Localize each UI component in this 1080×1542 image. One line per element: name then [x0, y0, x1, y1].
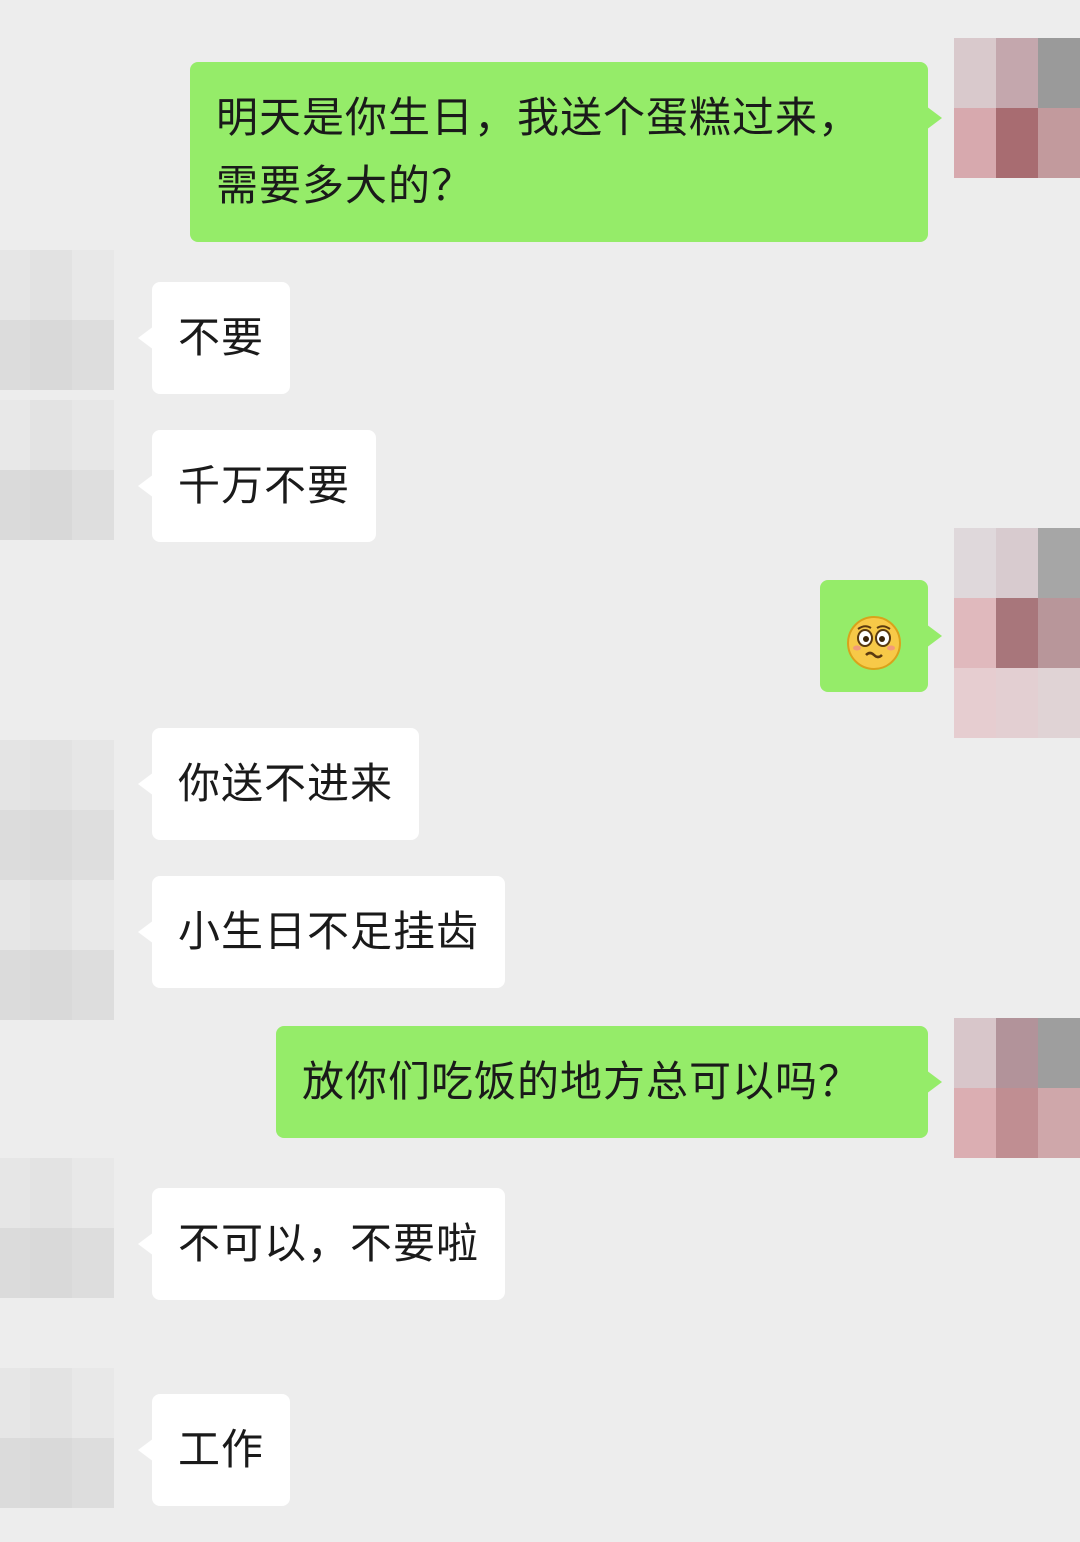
self-avatar[interactable]	[954, 1018, 1080, 1158]
contact-avatar[interactable]	[0, 1368, 114, 1508]
contact-avatar[interactable]	[0, 250, 114, 390]
message-bubble[interactable]: 小生日不足挂齿	[137, 876, 506, 988]
message-text: 你送不进来	[178, 759, 394, 808]
flushed-face-icon	[846, 615, 902, 671]
self-avatar[interactable]	[954, 38, 1080, 178]
message-text: 千万不要	[178, 461, 351, 510]
message-bubble[interactable]: 工作	[137, 1394, 291, 1506]
message-text: 工作	[178, 1425, 265, 1474]
message-bubble[interactable]: 放你们吃饭的地方总可以吗？	[276, 1026, 942, 1138]
contact-avatar[interactable]	[0, 740, 114, 880]
message-text: 小生日不足挂齿	[178, 907, 480, 956]
message-text: 不要	[178, 313, 265, 362]
message-text: 明天是你生日，我送个蛋糕过来，需要多大的？	[216, 93, 862, 210]
message-bubble[interactable]: 你送不进来	[137, 728, 420, 840]
self-avatar[interactable]	[954, 528, 1080, 738]
message-text: 放你们吃饭的地方总可以吗？	[302, 1057, 862, 1106]
chat-area[interactable]: 明天是你生日，我送个蛋糕过来，需要多大的？ 不要 千万不要 你送不进来 小生日不…	[0, 0, 1080, 1542]
message-bubble[interactable]	[820, 580, 942, 692]
message-bubble[interactable]: 明天是你生日，我送个蛋糕过来，需要多大的？	[190, 62, 942, 242]
contact-avatar[interactable]	[0, 400, 114, 540]
message-bubble[interactable]: 不要	[137, 282, 291, 394]
message-bubble[interactable]: 千万不要	[137, 430, 377, 542]
contact-avatar[interactable]	[0, 1158, 114, 1298]
message-bubble[interactable]: 不可以，不要啦	[137, 1188, 506, 1300]
message-text: 不可以，不要啦	[178, 1219, 480, 1268]
contact-avatar[interactable]	[0, 880, 114, 1020]
